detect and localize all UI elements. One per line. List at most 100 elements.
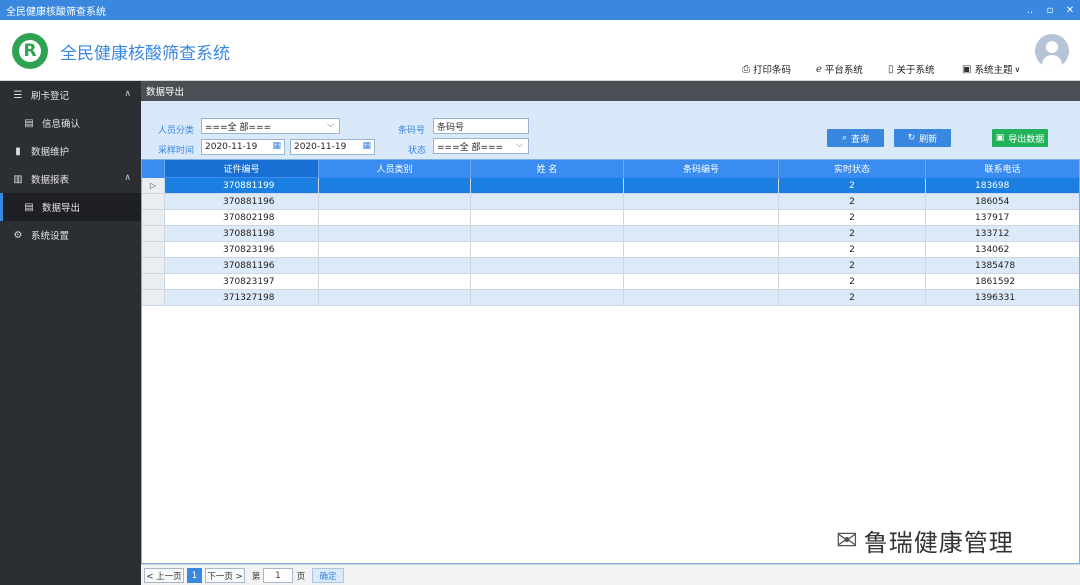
cell-status: 2 [779, 226, 926, 241]
refresh-label: 刷新 [919, 134, 938, 145]
document-icon: ▤ [24, 201, 34, 213]
cell-id: 370802198 [165, 210, 319, 225]
window-title: 全民健康核酸筛查系统 [6, 6, 106, 18]
sidebar-item-info-confirm[interactable]: ▤ 信息确认 [0, 109, 141, 137]
search-icon: ⌕ [841, 133, 848, 143]
cell-name [471, 258, 624, 273]
refresh-button[interactable]: ↻ 刷新 [894, 129, 951, 147]
status-select[interactable]: ===全 部=== ⌵ [433, 138, 529, 154]
date-to-picker[interactable]: 2020-11-19 ▦ [290, 139, 375, 155]
sidebar-item-card-register[interactable]: ☰ 刷卡登记 ∧ [0, 81, 141, 109]
column-header-name[interactable]: 姓 名 [471, 160, 624, 177]
cell-status: 2 [779, 194, 926, 209]
row-indicator[interactable]: ▷ [142, 178, 165, 193]
cell-type [319, 210, 471, 225]
cell-name [471, 194, 624, 209]
about-system-link[interactable]: ▯ 关于系统 [888, 62, 935, 77]
platform-system-link[interactable]: ℯ 平台系统 [816, 62, 863, 77]
column-header-status[interactable]: 实时状态 [779, 160, 926, 177]
row-indicator[interactable] [142, 258, 165, 273]
sidebar-item-label: 系统设置 [31, 231, 70, 242]
cell-phone: 186054 [975, 196, 1010, 207]
status-value: ===全 部=== [437, 142, 504, 153]
cell-status: 2 [779, 290, 926, 305]
browser-icon: ℯ [816, 63, 822, 75]
barcode-label: 条码号 [398, 126, 426, 136]
date-from-value: 2020-11-19 [205, 142, 258, 152]
column-header-barcode[interactable]: 条码编号 [624, 160, 779, 177]
cell-id: 370881199 [165, 178, 319, 193]
current-page-button[interactable]: 1 [187, 568, 202, 583]
cell-id: 370881198 [165, 226, 319, 241]
column-header-id[interactable]: 证件编号 [165, 160, 319, 177]
date-to-value: 2020-11-19 [294, 142, 347, 152]
page-confirm-button[interactable]: 确定 [312, 568, 344, 583]
person-type-select[interactable]: ===全 部=== ⌵ [201, 118, 340, 134]
cell-barcode [624, 226, 779, 241]
table-row[interactable]: 370881196 2 186054 [142, 194, 1079, 210]
minimize-icon[interactable]: ‥ [1020, 0, 1040, 20]
export-data-button[interactable]: ▣ 导出数据 [992, 129, 1048, 147]
data-grid: 证件编号 人员类别 姓 名 条码编号 实时状态 联系电话 ▷ 370881199 2… [141, 159, 1080, 564]
person-type-label: 人员分类 [158, 126, 195, 136]
page-number-input[interactable]: 1 [263, 568, 293, 583]
table-row[interactable]: 370881196 2 1385478 [142, 258, 1079, 274]
chevron-down-icon: ⌵ [327, 120, 334, 130]
card-icon: ▤ [24, 117, 34, 129]
app-header: R 全民健康核酸筛查系统 ⎙ 打印条码 ℯ 平台系统 ▯ 关于系统 ▣ 系统主题… [0, 20, 1080, 81]
table-row[interactable]: 371327198 2 1396331 [142, 290, 1079, 306]
next-page-button[interactable]: 下一页 > [205, 568, 245, 583]
calendar-icon[interactable]: ▦ [272, 141, 281, 151]
column-header-phone[interactable]: 联系电话 [926, 160, 1079, 177]
page-suffix: 页 [296, 571, 306, 582]
cell-name [471, 274, 624, 289]
close-icon[interactable]: ✕ [1060, 0, 1080, 20]
prev-page-button[interactable]: < 上一页 [144, 568, 184, 583]
sidebar-item-label: 刷卡登记 [31, 91, 70, 102]
image-icon: ▣ [962, 63, 972, 75]
table-row[interactable]: 370823197 2 1861592 [142, 274, 1079, 290]
row-indicator[interactable] [142, 290, 165, 305]
person-type-value: ===全 部=== [205, 122, 272, 133]
row-indicator[interactable] [142, 226, 165, 241]
column-header-type[interactable]: 人员类别 [319, 160, 471, 177]
cell-name [471, 290, 624, 305]
table-row[interactable]: 370881198 2 133712 [142, 226, 1079, 242]
cell-type [319, 194, 471, 209]
sidebar-item-data-maintenance[interactable]: ▮ 数据维护 [0, 137, 141, 165]
restore-icon[interactable]: ▫ [1040, 0, 1060, 20]
row-indicator[interactable] [142, 274, 165, 289]
cell-name [471, 178, 624, 193]
cell-phone: 1385478 [975, 260, 1016, 271]
cell-type [319, 226, 471, 241]
calendar-icon[interactable]: ▦ [362, 141, 371, 151]
table-row[interactable]: 370802198 2 137917 [142, 210, 1079, 226]
row-header-corner [142, 160, 165, 177]
section-title-bar: 数据导出 [141, 81, 1080, 101]
date-from-picker[interactable]: 2020-11-19 ▦ [201, 139, 285, 155]
cell-status: 2 [779, 242, 926, 257]
cell-status: 2 [779, 178, 926, 193]
print-barcode-link[interactable]: ⎙ 打印条码 [742, 62, 791, 77]
table-row[interactable]: 370823196 2 134062 [142, 242, 1079, 258]
sidebar-item-data-export[interactable]: ▤ 数据导出 [0, 193, 141, 221]
grid-header-row: 证件编号 人员类别 姓 名 条码编号 实时状态 联系电话 [142, 160, 1079, 178]
table-row[interactable]: ▷ 370881199 2 183698 [142, 178, 1079, 194]
save-icon: ▣ [995, 133, 1005, 143]
barcode-placeholder: 条码号 [437, 122, 465, 133]
cell-name [471, 242, 624, 257]
barcode-input[interactable]: 条码号 [433, 118, 529, 134]
sidebar-item-system-settings[interactable]: ⚙ 系统设置 [0, 221, 141, 249]
row-indicator[interactable] [142, 194, 165, 209]
system-theme-menu[interactable]: ▣ 系统主题 ∨ [962, 62, 1021, 77]
row-indicator[interactable] [142, 242, 165, 257]
avatar[interactable] [1035, 34, 1069, 68]
cell-phone: 1861592 [975, 276, 1016, 287]
cell-id: 370823197 [165, 274, 319, 289]
app-window: 全民健康核酸筛查系统 ‥ ▫ ✕ R 全民健康核酸筛查系统 ⎙ 打印条码 ℯ 平… [0, 0, 1080, 585]
row-indicator[interactable] [142, 210, 165, 225]
chevron-down-icon: ∨ [1014, 64, 1021, 74]
query-button[interactable]: ⌕ 查询 [827, 129, 884, 147]
cell-name [471, 210, 624, 225]
sidebar-item-data-reports[interactable]: ▥ 数据报表 ∧ [0, 165, 141, 193]
